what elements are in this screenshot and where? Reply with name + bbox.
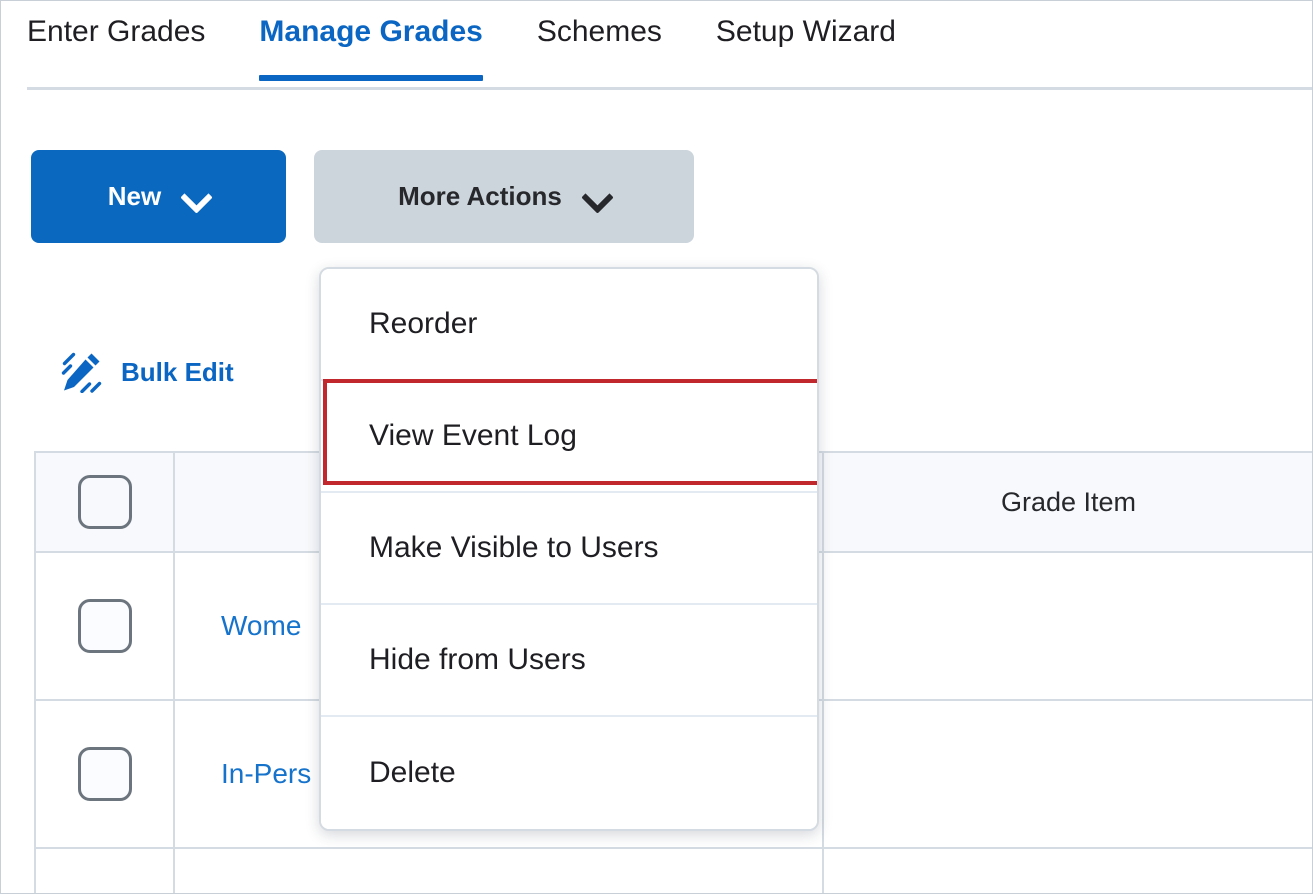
- grade-item-link[interactable]: Wome: [221, 610, 301, 642]
- action-button-row: New More Actions: [31, 150, 694, 243]
- row-grade-item-cell: [824, 701, 1313, 847]
- row-select-cell: [36, 701, 175, 847]
- column-header-grade-item: Grade Item: [824, 453, 1313, 551]
- column-header-grade-item-label: Grade Item: [1001, 487, 1136, 518]
- pencil-icon: [61, 351, 103, 393]
- tab-manage-grades-label: Manage Grades: [259, 15, 482, 48]
- menu-item-delete-label: Delete: [369, 756, 456, 790]
- menu-item-hide-from-users[interactable]: Hide from Users: [321, 605, 817, 717]
- menu-item-view-event-log-label: View Event Log: [369, 419, 577, 453]
- new-button[interactable]: New: [31, 150, 286, 243]
- row-grade-item-cell: [824, 849, 1313, 893]
- row-checkbox[interactable]: [78, 747, 132, 801]
- chevron-down-icon: [584, 184, 610, 210]
- grades-page: Enter Grades Manage Grades Schemes Setup…: [0, 0, 1313, 894]
- tab-schemes[interactable]: Schemes: [537, 11, 662, 67]
- menu-item-view-event-log[interactable]: View Event Log: [321, 381, 817, 493]
- row-checkbox[interactable]: [78, 599, 132, 653]
- row-select-cell: [36, 553, 175, 699]
- tab-setup-wizard[interactable]: Setup Wizard: [716, 11, 896, 67]
- select-all-checkbox[interactable]: [78, 475, 132, 529]
- tab-manage-grades[interactable]: Manage Grades: [259, 11, 482, 67]
- row-grade-item-cell: [824, 553, 1313, 699]
- tab-enter-grades-label: Enter Grades: [27, 15, 205, 48]
- more-actions-button[interactable]: More Actions: [314, 150, 694, 243]
- menu-item-make-visible-to-users-label: Make Visible to Users: [369, 531, 659, 565]
- tab-enter-grades[interactable]: Enter Grades: [27, 11, 205, 67]
- bulk-edit-label: Bulk Edit: [121, 357, 234, 388]
- more-actions-button-label: More Actions: [398, 181, 562, 212]
- menu-item-hide-from-users-label: Hide from Users: [369, 643, 586, 677]
- tab-setup-wizard-label: Setup Wizard: [716, 15, 896, 48]
- tab-list: Enter Grades Manage Grades Schemes Setup…: [27, 11, 950, 67]
- menu-item-reorder-label: Reorder: [369, 307, 477, 341]
- grade-item-link[interactable]: In-Pers: [221, 758, 311, 790]
- menu-item-make-visible-to-users[interactable]: Make Visible to Users: [321, 493, 817, 605]
- table-row: [36, 849, 1313, 894]
- chevron-down-icon: [183, 184, 209, 210]
- menu-item-reorder[interactable]: Reorder: [321, 269, 817, 381]
- tab-schemes-label: Schemes: [537, 15, 662, 48]
- new-button-label: New: [108, 181, 161, 212]
- menu-item-delete[interactable]: Delete: [321, 717, 817, 829]
- tab-bar: Enter Grades Manage Grades Schemes Setup…: [1, 1, 1313, 89]
- more-actions-menu: Reorder View Event Log Make Visible to U…: [319, 267, 819, 831]
- tab-bar-divider: [27, 87, 1313, 90]
- bulk-edit-button[interactable]: Bulk Edit: [61, 351, 234, 393]
- row-name-cell: [175, 849, 824, 893]
- row-select-cell: [36, 849, 175, 893]
- select-all-cell: [36, 453, 175, 551]
